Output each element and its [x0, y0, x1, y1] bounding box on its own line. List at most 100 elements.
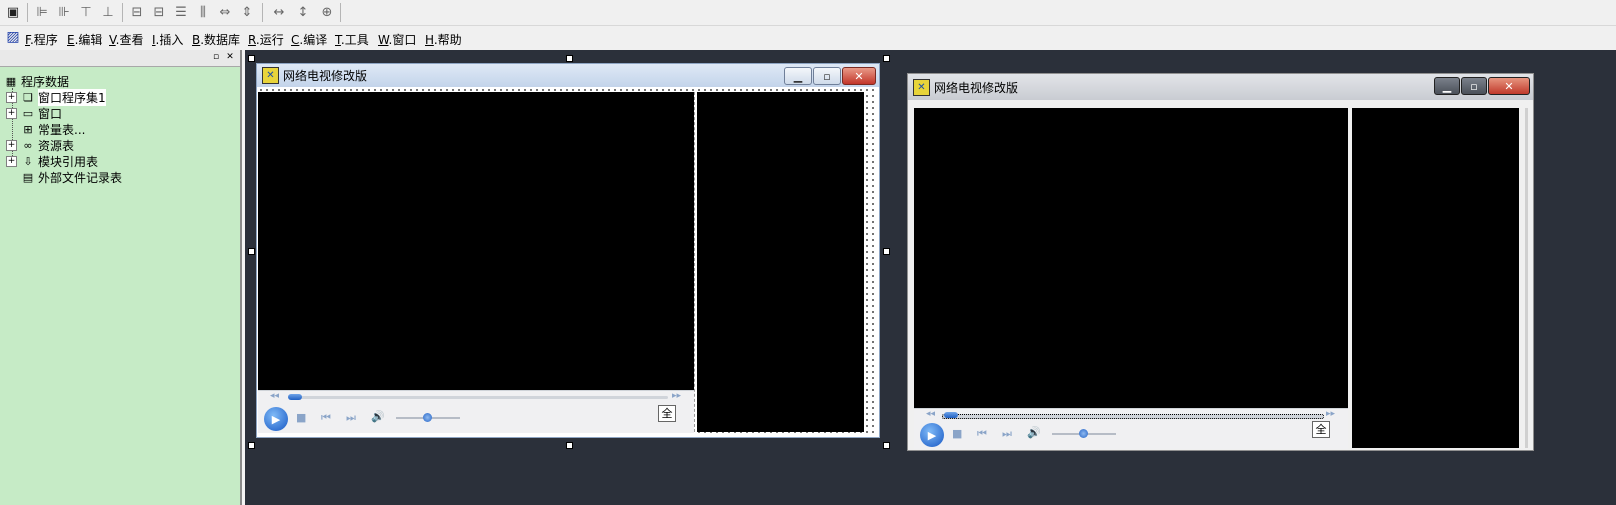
fast-forward-icon[interactable]: ▸▸ — [672, 391, 681, 401]
external-file-icon: ▤ — [22, 170, 34, 184]
menu-view[interactable]: V.查看 — [109, 31, 144, 48]
play-button[interactable]: ▶ — [264, 407, 288, 431]
expand-icon[interactable]: + — [6, 107, 17, 119]
next-icon[interactable]: ⏭ — [346, 411, 356, 425]
center-in-form-vertical-icon[interactable]: ↕ — [294, 3, 312, 21]
run-preview-window[interactable]: ✕ 网络电视修改版 ▁ ▫ ✕ ◂◂ ▸▸ ▶ ■ ⏮ ⏭ 🔊 全 — [907, 73, 1534, 451]
minimize-button[interactable]: ▁ — [784, 67, 812, 85]
rewind-icon[interactable]: ◂◂ — [926, 409, 935, 419]
channel-list-area[interactable] — [1352, 108, 1519, 448]
seek-bar[interactable] — [288, 396, 668, 399]
resize-handle[interactable] — [248, 55, 255, 62]
video-area[interactable] — [914, 108, 1348, 408]
channel-list-area[interactable] — [697, 92, 864, 432]
stop-icon[interactable]: ■ — [952, 427, 962, 440]
resource-table-icon: ∞ — [23, 138, 33, 152]
maximize-button[interactable]: ▫ — [1461, 77, 1487, 95]
rewind-icon[interactable]: ◂◂ — [270, 391, 279, 401]
expand-icon[interactable]: + — [6, 91, 17, 103]
tree-item-modules[interactable]: + ⇩ 模块引用表 — [6, 153, 98, 169]
center-vertical-icon[interactable]: ⊟ — [150, 3, 168, 21]
tree-item-assembly[interactable]: + ❏ 窗口程序集1 — [6, 88, 106, 106]
pane-restore-icon[interactable]: ▫ — [211, 52, 221, 62]
resize-handle[interactable] — [248, 248, 255, 255]
window-icon: ▭ — [22, 106, 34, 120]
center-in-form-icon[interactable]: ⊕ — [318, 3, 336, 21]
volume-icon[interactable]: 🔊 — [371, 410, 385, 423]
seek-knob[interactable] — [944, 412, 958, 418]
window-title: 网络电视修改版 — [283, 69, 368, 83]
assembly-icon: ❏ — [23, 90, 33, 104]
maximize-button[interactable]: ▫ — [813, 67, 841, 85]
form-icon[interactable]: ▣ — [4, 3, 22, 21]
video-area[interactable] — [258, 92, 694, 390]
pane-close-icon[interactable]: ✕ — [225, 52, 235, 62]
media-player-controls: ◂◂ ▸▸ ▶ ■ ⏮ ⏭ 🔊 全 — [914, 408, 1348, 449]
tree-item-constants[interactable]: ⊞ 常量表... — [6, 121, 85, 137]
previous-icon[interactable]: ⏮ — [977, 427, 987, 441]
fullscreen-button[interactable]: 全 — [1312, 421, 1330, 438]
toolbar-separator — [340, 3, 341, 22]
window-edge — [1525, 108, 1528, 448]
run-window-titlebar[interactable]: ✕ 网络电视修改版 ▁ ▫ ✕ — [908, 74, 1533, 100]
caption-buttons: ▁ ▫ ✕ — [783, 67, 876, 85]
app-menu-icon[interactable]: ▨ — [4, 28, 22, 46]
expand-icon[interactable]: + — [6, 139, 17, 151]
tree-root-label: 程序数据 — [21, 74, 70, 89]
space-vertical-icon[interactable]: ⇕ — [238, 3, 256, 21]
volume-icon[interactable]: 🔊 — [1027, 426, 1041, 439]
fast-forward-icon[interactable]: ▸▸ — [1326, 409, 1335, 419]
align-top-icon[interactable]: ⊤ — [77, 3, 95, 21]
resize-handle[interactable] — [883, 55, 890, 62]
play-button[interactable]: ▶ — [920, 423, 944, 447]
menu-help[interactable]: H.帮助 — [425, 31, 462, 48]
menu-compile[interactable]: C.编译 — [291, 31, 327, 48]
design-form-window[interactable]: ✕ 网络电视修改版 ▁ ▫ ✕ ◂◂ ▸▸ ▶ ■ ⏮ ⏭ 🔊 全 — [256, 63, 880, 438]
design-form-titlebar[interactable]: ✕ 网络电视修改版 ▁ ▫ ✕ — [257, 64, 879, 87]
volume-knob[interactable] — [1079, 429, 1088, 438]
splitter[interactable] — [242, 50, 245, 505]
module-reference-icon: ⇩ — [23, 154, 33, 168]
resize-handle[interactable] — [566, 55, 573, 62]
tv-app-icon: ✕ — [262, 67, 279, 84]
expand-icon[interactable]: + — [6, 155, 17, 167]
tree-item-label: 窗口 — [38, 106, 63, 121]
resize-handle[interactable] — [248, 442, 255, 449]
center-in-form-horizontal-icon[interactable]: ↔ — [270, 3, 288, 21]
volume-knob[interactable] — [423, 413, 432, 422]
tree-item-external-files[interactable]: ▤ 外部文件记录表 — [6, 169, 122, 185]
seek-knob[interactable] — [288, 394, 302, 400]
center-horizontal-icon[interactable]: ⊟ — [128, 3, 146, 21]
close-button[interactable]: ✕ — [1488, 77, 1530, 95]
tree-root[interactable]: ▦ 程序数据 — [4, 73, 69, 89]
align-right-icon[interactable]: ⊪ — [55, 3, 73, 21]
tree-item-resources[interactable]: + ∞ 资源表 — [6, 137, 74, 153]
align-bottom-icon[interactable]: ⊥ — [99, 3, 117, 21]
close-button[interactable]: ✕ — [842, 67, 876, 85]
resize-handle[interactable] — [883, 442, 890, 449]
menu-program[interactable]: F.程序 — [25, 31, 58, 48]
minimize-button[interactable]: ▁ — [1434, 77, 1460, 95]
menu-edit[interactable]: E.编辑 — [67, 31, 102, 48]
divider — [694, 92, 696, 432]
next-icon[interactable]: ⏭ — [1002, 427, 1012, 441]
fullscreen-button[interactable]: 全 — [658, 405, 676, 422]
tree-item-window[interactable]: + ▭ 窗口 — [6, 105, 62, 121]
tree-item-label: 模块引用表 — [38, 154, 99, 169]
menu-window[interactable]: W.窗口 — [378, 31, 416, 48]
toolbar-separator — [27, 3, 28, 22]
menu-database[interactable]: B.数据库 — [192, 31, 240, 48]
seek-bar[interactable] — [942, 414, 1324, 419]
menu-insert[interactable]: I.插入 — [152, 31, 183, 48]
previous-icon[interactable]: ⏮ — [321, 411, 331, 425]
same-height-icon[interactable]: ⫼ — [194, 3, 212, 21]
space-horizontal-icon[interactable]: ⇔ — [216, 3, 234, 21]
same-width-icon[interactable]: ☰ — [172, 3, 190, 21]
stop-icon[interactable]: ■ — [296, 411, 306, 424]
caption-buttons: ▁ ▫ ✕ — [1433, 77, 1530, 95]
resize-handle[interactable] — [566, 442, 573, 449]
menu-tools[interactable]: T.工具 — [335, 31, 369, 48]
align-left-icon[interactable]: ⊫ — [33, 3, 51, 21]
resize-handle[interactable] — [883, 248, 890, 255]
menu-run[interactable]: R.运行 — [248, 31, 284, 48]
